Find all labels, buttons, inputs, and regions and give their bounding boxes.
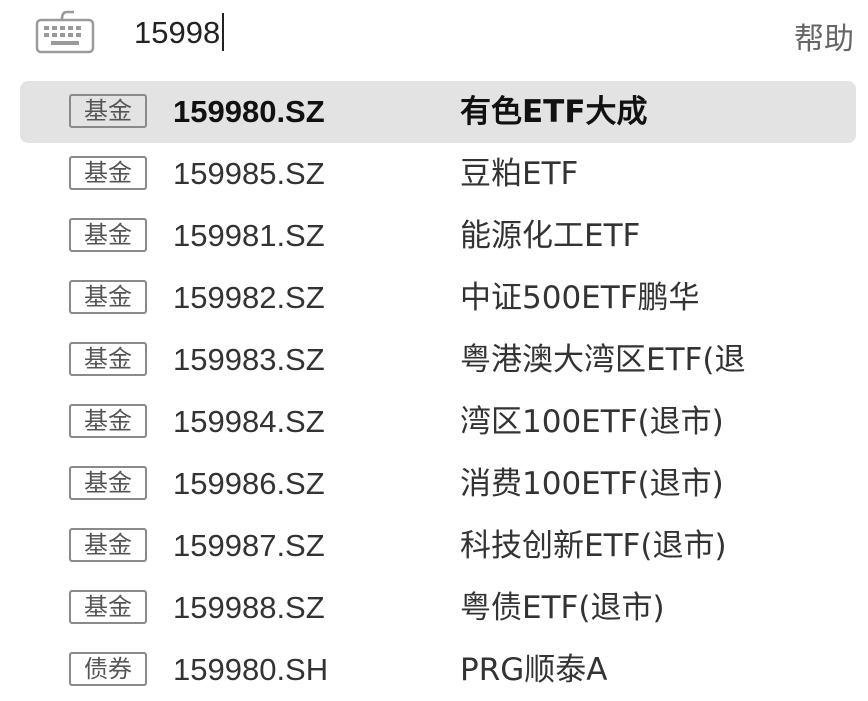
result-row[interactable]: 基金 159987.SZ 科技创新ETF(退市) bbox=[20, 515, 856, 577]
security-type-badge: 基金 bbox=[69, 342, 147, 376]
security-code: 159985.SZ bbox=[173, 156, 325, 191]
security-type-badge: 基金 bbox=[69, 218, 147, 252]
result-row[interactable]: 基金 159985.SZ 豆粕ETF bbox=[20, 143, 856, 205]
keyboard-icon[interactable] bbox=[34, 8, 96, 56]
security-code: 159982.SZ bbox=[173, 280, 325, 315]
result-row[interactable]: 基金 159980.SZ 有色ETF大成 bbox=[20, 81, 856, 143]
security-code: 159988.SZ bbox=[173, 590, 325, 625]
security-code: 159986.SZ bbox=[173, 466, 325, 501]
security-name: 粤债ETF(退市) bbox=[460, 590, 665, 626]
security-type-badge: 基金 bbox=[69, 466, 147, 500]
security-name: 消费100ETF(退市) bbox=[460, 466, 724, 502]
security-code: 159980.SH bbox=[173, 652, 329, 687]
security-type-badge: 基金 bbox=[69, 528, 147, 562]
security-type-badge: 基金 bbox=[69, 590, 147, 624]
security-code: 159984.SZ bbox=[173, 404, 325, 439]
security-type-badge: 基金 bbox=[69, 156, 147, 190]
result-row[interactable]: 基金 159984.SZ 湾区100ETF(退市) bbox=[20, 391, 856, 453]
security-name: 有色ETF大成 bbox=[460, 94, 648, 130]
search-bar: 帮助 bbox=[0, 0, 868, 70]
security-type-badge: 基金 bbox=[69, 94, 147, 128]
security-code: 159980.SZ bbox=[173, 94, 325, 129]
security-code: 159981.SZ bbox=[173, 218, 325, 253]
security-type-badge: 基金 bbox=[69, 404, 147, 438]
help-button[interactable]: 帮助 bbox=[794, 14, 854, 58]
security-name: 豆粕ETF bbox=[460, 156, 579, 192]
security-type-badge: 债券 bbox=[69, 652, 147, 686]
result-row[interactable]: 基金 159988.SZ 粤债ETF(退市) bbox=[20, 577, 856, 639]
result-row[interactable]: 基金 159981.SZ 能源化工ETF bbox=[20, 205, 856, 267]
security-code: 159983.SZ bbox=[173, 342, 325, 377]
result-row[interactable]: 基金 159986.SZ 消费100ETF(退市) bbox=[20, 453, 856, 515]
security-name: 科技创新ETF(退市) bbox=[460, 528, 727, 564]
security-code: 159987.SZ bbox=[173, 528, 325, 563]
text-cursor bbox=[222, 13, 224, 51]
security-name: 湾区100ETF(退市) bbox=[460, 404, 724, 440]
security-name: 中证500ETF鹏华 bbox=[460, 280, 700, 316]
result-row[interactable]: 基金 159982.SZ 中证500ETF鹏华 bbox=[20, 267, 856, 329]
security-name: PRG顺泰A bbox=[460, 652, 608, 688]
search-input[interactable] bbox=[120, 8, 734, 58]
result-row[interactable]: 债券 159980.SH PRG顺泰A bbox=[20, 639, 856, 701]
security-type-badge: 基金 bbox=[69, 280, 147, 314]
security-name: 能源化工ETF bbox=[460, 218, 641, 254]
search-results-list: 基金 159980.SZ 有色ETF大成 基金 159985.SZ 豆粕ETF 基金 1599… bbox=[20, 81, 856, 701]
result-row[interactable]: 基金 159983.SZ 粤港澳大湾区ETF(退 bbox=[20, 329, 856, 391]
security-name: 粤港澳大湾区ETF(退 bbox=[460, 342, 746, 378]
